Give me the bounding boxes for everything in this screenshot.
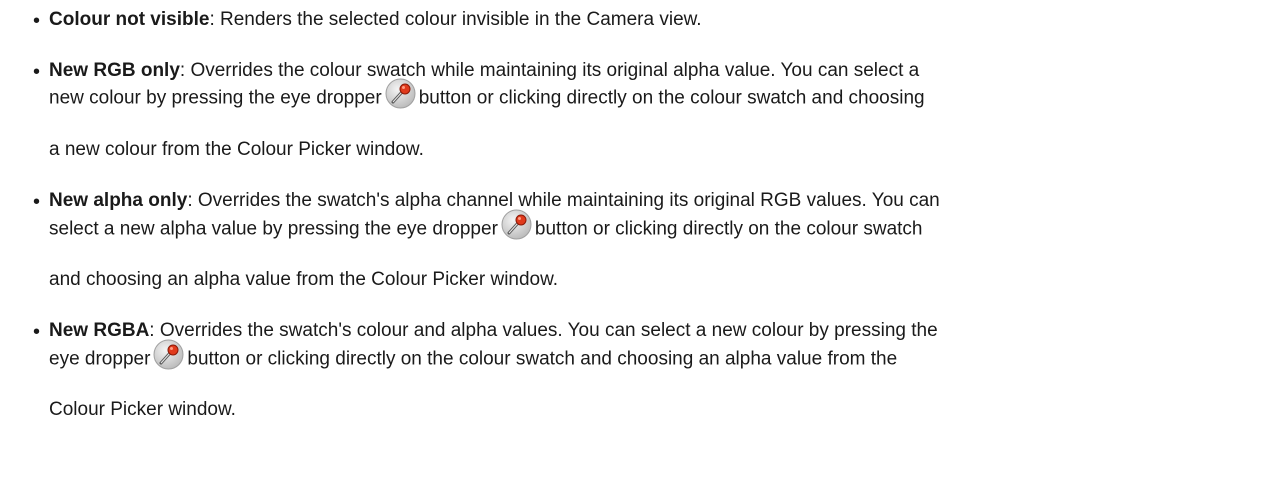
- eye-dropper-icon[interactable]: [385, 78, 416, 109]
- item-text: : Renders the selected colour invisible …: [209, 9, 702, 30]
- item-line-2: new colour by pressing the eye dropper bu…: [49, 78, 925, 110]
- bullet: •: [33, 61, 41, 83]
- item-text: and choosing an alpha value from the Col…: [49, 269, 559, 290]
- item-text: button or clicking directly on the colou…: [187, 348, 898, 370]
- item-line-2: eye dropper button or clicking directly o…: [49, 339, 898, 371]
- item-text: Colour Picker window.: [49, 399, 236, 420]
- item-line-1: New RGB only: Overrides the colour swatc…: [49, 61, 919, 80]
- item-text: select a new alpha value by pressing the…: [49, 218, 498, 240]
- item-line-3: a new colour from the Colour Picker wind…: [49, 140, 424, 159]
- item-text: : Overrides the swatch's alpha channel w…: [187, 190, 940, 211]
- item-text: : Overrides the swatch's colour and alph…: [149, 320, 938, 341]
- eye-dropper-icon[interactable]: [501, 209, 532, 240]
- bullet: •: [33, 10, 41, 32]
- item-text: button or clicking directly on the colou…: [534, 218, 923, 240]
- eye-dropper-icon[interactable]: [153, 339, 184, 370]
- item-text: new colour by pressing the eye dropper: [49, 87, 382, 109]
- item-text: button or clicking directly on the colou…: [418, 87, 925, 109]
- item-text: : Overrides the colour swatch while main…: [179, 60, 920, 81]
- item-term: Colour not visible: [49, 9, 210, 30]
- bullet: •: [33, 191, 41, 213]
- item-term: New RGBA: [49, 320, 150, 341]
- item-term: New RGB only: [49, 60, 180, 81]
- item-line-1: New RGBA: Overrides the swatch's colour …: [49, 321, 938, 340]
- item-line-1: New alpha only: Overrides the swatch's a…: [49, 191, 940, 210]
- item-line-2: select a new alpha value by pressing the…: [49, 209, 923, 241]
- item-text: eye dropper: [49, 348, 151, 370]
- item-line-3: and choosing an alpha value from the Col…: [49, 270, 558, 289]
- item-line-1: Colour not visible: Renders the selected…: [49, 10, 702, 29]
- options-list: • Colour not visible: Renders the select…: [0, 0, 1282, 483]
- bullet: •: [33, 321, 41, 343]
- item-term: New alpha only: [49, 190, 188, 211]
- item-text: a new colour from the Colour Picker wind…: [49, 139, 424, 160]
- item-line-3: Colour Picker window.: [49, 400, 236, 419]
